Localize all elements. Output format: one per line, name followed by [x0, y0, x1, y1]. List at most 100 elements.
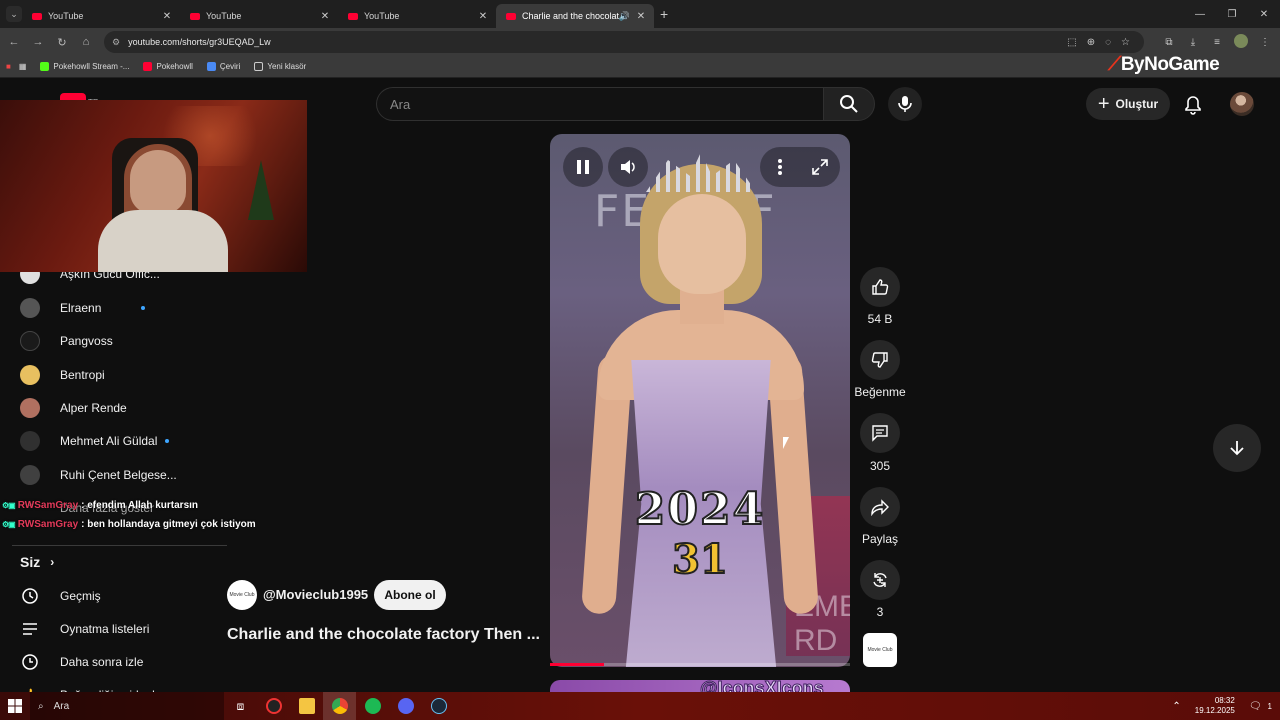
create-button[interactable]: + Oluştur [1086, 88, 1170, 120]
taskbar-search[interactable]: ⌕ Ara [30, 692, 224, 720]
new-tab-icon[interactable]: + [660, 6, 668, 22]
account-avatar[interactable] [1230, 92, 1254, 116]
channel-avatar[interactable]: Movie Club [227, 580, 257, 610]
shorts-video-player[interactable]: FE +FF EMERD 2024 31 [550, 134, 850, 667]
bookmark-star-icon[interactable]: ☆ [1121, 37, 1130, 48]
reload-icon[interactable]: ↻ [50, 30, 74, 54]
sidebar-item-playlists[interactable]: Oynatma listeleri [20, 619, 149, 639]
sound-thumbnail[interactable]: Movie Club [863, 633, 897, 667]
sidebar-channel[interactable]: Mehmet Ali Güldal [20, 431, 170, 451]
minimize-icon[interactable]: — [1184, 0, 1216, 28]
reading-list-icon[interactable]: ≡ [1208, 37, 1226, 48]
chat-user: RWSamGray [17, 519, 79, 530]
search-button[interactable] [823, 87, 875, 121]
bynogame-logo: ⟋ByNoGame [1108, 54, 1220, 75]
sidebar-channel[interactable]: Elraenn [20, 298, 146, 318]
bookmark-item[interactable]: Çeviri [206, 62, 240, 71]
chat-text: : ben hollandaya gitmeyi çok istiyom [81, 519, 256, 530]
browser-tab[interactable]: YouTube ✕ [338, 4, 496, 28]
channel-name: Mehmet Ali Güldal [60, 434, 158, 448]
sidebar-channel[interactable]: Ruhi Çenet Belgese... [20, 465, 177, 485]
browser-tab[interactable]: YouTube ✕ [180, 4, 338, 28]
back-icon[interactable]: ← [2, 30, 26, 54]
chat-user: RWSamGray [17, 500, 79, 511]
browser-tab[interactable]: YouTube ✕ [22, 4, 180, 28]
arrow-down-icon [1230, 441, 1244, 456]
tab-close-icon[interactable]: ✕ [476, 11, 490, 22]
discord-icon[interactable] [389, 692, 422, 720]
next-short-button[interactable] [1213, 424, 1261, 472]
comments-button[interactable] [860, 413, 900, 453]
tray-overflow-icon[interactable]: ⌃ [1172, 701, 1180, 712]
channel-handle[interactable]: @Movieclub1995 [263, 587, 368, 602]
tab-audio-icon[interactable]: 🔊 [619, 11, 630, 22]
url-text: youtube.com/shorts/gr3UEQAD_Lw [128, 37, 271, 47]
fullscreen-button[interactable] [800, 147, 840, 187]
volume-button[interactable] [608, 147, 648, 187]
bookmark-label: Pokehowll [156, 62, 193, 71]
like-button[interactable] [860, 267, 900, 307]
search-icon: ⌕ [38, 700, 44, 712]
more-options-button[interactable] [760, 147, 800, 187]
spotify-icon[interactable] [356, 692, 389, 720]
video-progress-bar[interactable] [550, 663, 850, 666]
sidebar-item-history[interactable]: Geçmiş [20, 586, 101, 606]
clock[interactable]: 08:32 19.12.2025 [1195, 696, 1235, 716]
voice-search-button[interactable] [888, 87, 922, 121]
notifications-button[interactable] [1180, 92, 1206, 118]
browser-menu-icon[interactable]: ⋮ [1256, 37, 1274, 48]
bookmark-label: Yeni klasör [267, 62, 307, 71]
you-section-header[interactable]: Siz › [20, 554, 54, 570]
notifications-icon[interactable]: 🗨 [1249, 701, 1262, 712]
taskbar-search-label: Ara [53, 700, 70, 712]
sidebar-channel[interactable]: Bentropi [20, 365, 105, 385]
start-button[interactable] [0, 692, 30, 720]
share-button[interactable] [860, 487, 900, 527]
sidebar-item-watch-later[interactable]: Daha sonra izle [20, 652, 143, 672]
browser-tab-strip: ⌄ YouTube ✕ YouTube ✕ YouTube ✕ Charlie … [0, 0, 1280, 28]
downloads-icon[interactable]: ⤓ [1184, 37, 1202, 48]
task-view-icon[interactable]: ⧈ [224, 692, 257, 720]
sidebar-channel[interactable]: Alper Rende [20, 398, 127, 418]
sidebar-item-label: Geçmiş [60, 589, 101, 603]
restore-icon[interactable]: ❐ [1216, 0, 1248, 28]
zoom-icon[interactable]: ⊕ [1087, 37, 1095, 48]
thumbs-up-icon [872, 279, 889, 295]
tab-close-icon[interactable]: ✕ [634, 11, 648, 22]
profile-icon[interactable] [1232, 33, 1250, 51]
bookmark-item[interactable]: Pokehowll [143, 62, 193, 71]
tracking-off-icon[interactable]: ◌ [1105, 37, 1111, 48]
tab-title: Charlie and the chocolate f... [522, 11, 619, 21]
forward-icon[interactable]: → [26, 30, 50, 54]
grid-icon[interactable]: ▦ [19, 62, 27, 71]
browser-tab-active[interactable]: Charlie and the chocolate f... 🔊 ✕ [496, 4, 654, 28]
bookmark-item[interactable]: Pokehowll Stream -... [40, 62, 129, 71]
file-explorer-icon[interactable] [290, 692, 323, 720]
channel-name: Pangvoss [60, 334, 113, 348]
live-dot-icon [141, 306, 146, 310]
app-icon[interactable] [257, 692, 290, 720]
windows-logo-icon [8, 699, 22, 713]
install-app-icon[interactable]: ⬚ [1067, 37, 1076, 48]
address-bar[interactable]: ⚙ youtube.com/shorts/gr3UEQAD_Lw ⬚ ⊕ ◌ ☆ [104, 31, 1144, 53]
tab-close-icon[interactable]: ✕ [318, 11, 332, 22]
bookmark-item[interactable]: Yeni klasör [254, 62, 306, 71]
dislike-button[interactable] [860, 340, 900, 380]
site-info-icon[interactable]: ⚙ [112, 37, 120, 48]
extensions-icon[interactable]: ⧉ [1160, 37, 1178, 48]
tab-close-icon[interactable]: ✕ [160, 11, 174, 22]
dislike-label: Beğenme [854, 385, 906, 399]
chrome-icon[interactable] [323, 692, 356, 720]
sidebar-channel[interactable]: Pangvoss [20, 331, 113, 351]
home-icon[interactable]: ⌂ [74, 30, 98, 54]
subscribe-button[interactable]: Abone ol [374, 580, 446, 610]
apps-icon[interactable]: ■ [6, 62, 11, 71]
remix-button[interactable] [860, 560, 900, 600]
pause-button[interactable] [563, 147, 603, 187]
short-title[interactable]: Charlie and the chocolate factory Then .… [227, 626, 540, 644]
steam-icon[interactable] [422, 692, 455, 720]
close-window-icon[interactable]: ✕ [1248, 0, 1280, 28]
clock-time: 08:32 [1214, 696, 1235, 705]
tab-search-button[interactable]: ⌄ [6, 6, 22, 22]
search-input[interactable]: Ara [376, 87, 823, 121]
